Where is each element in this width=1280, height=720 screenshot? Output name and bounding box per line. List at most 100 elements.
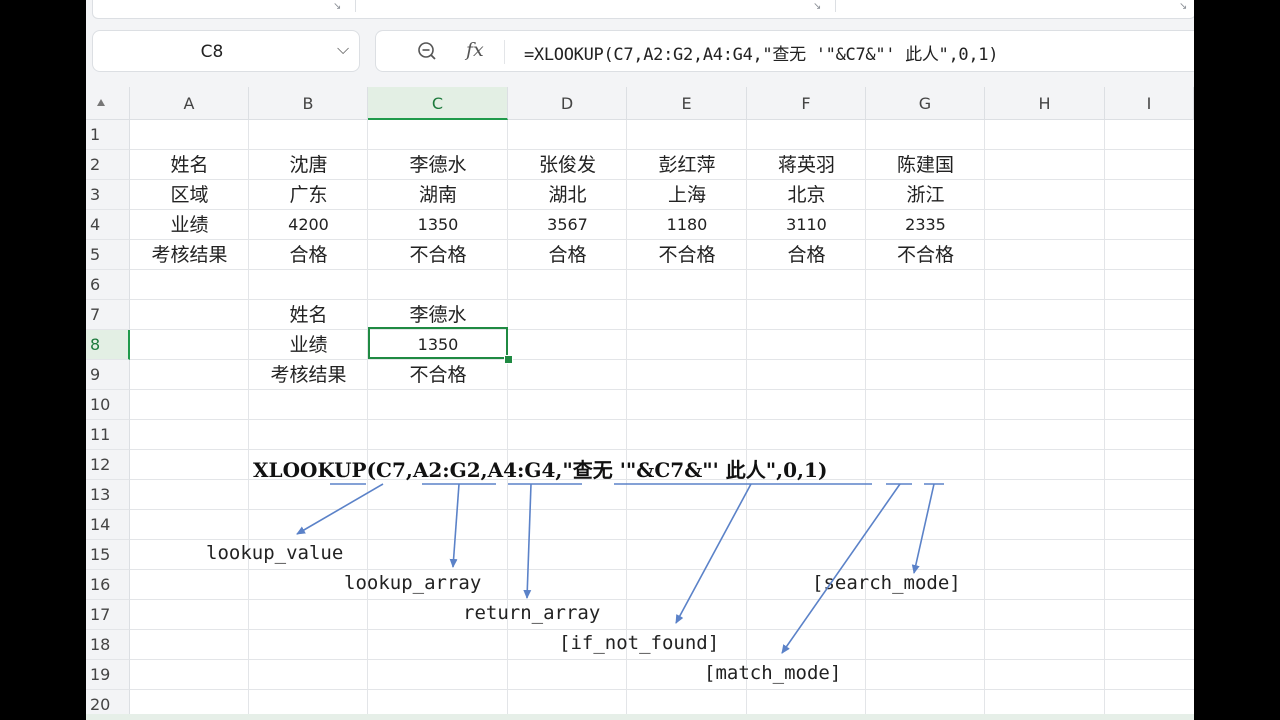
cell-g3[interactable]: 浙江	[866, 180, 985, 210]
arrow-search-mode	[911, 483, 935, 574]
group-separator	[355, 0, 356, 12]
cell-g4[interactable]: 2335	[866, 210, 985, 240]
column-header-f[interactable]: F	[747, 87, 866, 120]
label-lookup-array: lookup_array	[344, 572, 482, 594]
cell-a2[interactable]: 姓名	[130, 150, 249, 180]
cell-b5[interactable]: 合格	[249, 240, 368, 270]
row-header-8[interactable]: 8	[86, 330, 130, 360]
row-header-12[interactable]: 12	[86, 450, 130, 480]
cell-b3[interactable]: 广东	[249, 180, 368, 210]
column-header-b[interactable]: B	[249, 87, 368, 120]
arrow-if-not-found	[675, 483, 752, 624]
insert-function-icon[interactable]: fx	[466, 39, 484, 61]
worksheet-grid[interactable]: ABCDEFGHI 1 2 3 4 5 6 7 8 9 10 11 12 13 14 15 16 17 18 19 2…	[86, 87, 1194, 720]
row-header-13[interactable]: 13	[86, 480, 130, 510]
label-search-mode: [search_mode]	[812, 572, 961, 594]
row-header-2[interactable]: 2	[86, 150, 130, 180]
row-header-19[interactable]: 19	[86, 660, 130, 690]
cell-g5[interactable]: 不合格	[866, 240, 985, 270]
label-match-mode: [match_mode]	[704, 662, 842, 684]
cell-b9[interactable]: 考核结果	[249, 360, 368, 390]
cell-c3[interactable]: 湖南	[368, 180, 508, 210]
label-lookup-value: lookup_value	[206, 542, 344, 564]
row-header-7[interactable]: 7	[86, 300, 130, 330]
cell-d2[interactable]: 张俊发	[508, 150, 627, 180]
row-header-10[interactable]: 10	[86, 390, 130, 420]
row-header-6[interactable]: 6	[86, 270, 130, 300]
arrow-return-array	[523, 483, 532, 599]
cell-f2[interactable]: 蒋英羽	[747, 150, 866, 180]
cell-c7[interactable]: 李德水	[368, 300, 508, 330]
row-gridline	[130, 449, 1194, 450]
cell-e5[interactable]: 不合格	[627, 240, 747, 270]
cell-b8[interactable]: 业绩	[249, 330, 368, 360]
cell-d5[interactable]: 合格	[508, 240, 627, 270]
row-header-3[interactable]: 3	[86, 180, 130, 210]
column-gridline	[1104, 120, 1105, 720]
row-header-18[interactable]: 18	[86, 630, 130, 660]
arrow-lookup-array	[449, 483, 460, 568]
dialog-launcher-icon[interactable]: ↘	[813, 1, 821, 12]
row-header-1[interactable]: 1	[86, 120, 130, 150]
cell-a3[interactable]: 区域	[130, 180, 249, 210]
column-header-h[interactable]: H	[985, 87, 1105, 120]
cell-c5[interactable]: 不合格	[368, 240, 508, 270]
group-separator	[835, 0, 836, 12]
cell-f5[interactable]: 合格	[747, 240, 866, 270]
cell-e4[interactable]: 1180	[627, 210, 747, 240]
select-all-icon	[97, 99, 105, 106]
row-gridline	[130, 569, 1194, 570]
spreadsheet-app: ↘ ↘ ↘ C8 ⌵ fx =XLOOKUP(C7,A2:G2,A4:G4,"查…	[86, 0, 1194, 720]
cell-c9[interactable]: 不合格	[368, 360, 508, 390]
cell-f3[interactable]: 北京	[747, 180, 866, 210]
row-header-16[interactable]: 16	[86, 570, 130, 600]
active-cell-selection[interactable]	[368, 327, 508, 359]
cell-c2[interactable]: 李德水	[368, 150, 508, 180]
cell-e3[interactable]: 上海	[627, 180, 747, 210]
cell-b4[interactable]: 4200	[249, 210, 368, 240]
cell-b2[interactable]: 沈唐	[249, 150, 368, 180]
cell-a4[interactable]: 业绩	[130, 210, 249, 240]
formula-input[interactable]: =XLOOKUP(C7,A2:G2,A4:G4,"查无 '"&C7&"' 此人"…	[524, 40, 998, 65]
cell-c4[interactable]: 1350	[368, 210, 508, 240]
cell-g2[interactable]: 陈建国	[866, 150, 985, 180]
cell-b7[interactable]: 姓名	[249, 300, 368, 330]
row-gridline	[130, 509, 1194, 510]
formula-bar-separator	[504, 40, 505, 64]
row-header-11[interactable]: 11	[86, 420, 130, 450]
column-header-a[interactable]: A	[130, 87, 249, 120]
cell-d4[interactable]: 3567	[508, 210, 627, 240]
row-gridline	[130, 629, 1194, 630]
chevron-down-icon[interactable]: ⌵	[337, 39, 349, 59]
row-header-9[interactable]: 9	[86, 360, 130, 390]
row-header-14[interactable]: 14	[86, 510, 130, 540]
column-header-e[interactable]: E	[627, 87, 747, 120]
row-header-15[interactable]: 15	[86, 540, 130, 570]
row-header-4[interactable]: 4	[86, 210, 130, 240]
column-header-d[interactable]: D	[508, 87, 627, 120]
name-box[interactable]: C8 ⌵	[92, 30, 360, 72]
formula-bar[interactable]: fx =XLOOKUP(C7,A2:G2,A4:G4,"查无 '"&C7&"' …	[375, 30, 1194, 72]
column-header-i[interactable]: I	[1105, 87, 1194, 120]
cell-d3[interactable]: 湖北	[508, 180, 627, 210]
dialog-launcher-icon[interactable]: ↘	[333, 1, 341, 12]
dialog-launcher-icon[interactable]: ↘	[1179, 1, 1187, 12]
ribbon-bottom-edge: ↘ ↘ ↘	[92, 0, 1194, 19]
row-gridline	[130, 599, 1194, 600]
row-gridline	[130, 659, 1194, 660]
annotation-formula: XLOOKUP(C7,A2:G2,A4:G4,"查无 '"&C7&"' 此人",…	[253, 458, 828, 482]
cell-a5[interactable]: 考核结果	[130, 240, 249, 270]
fill-handle[interactable]	[504, 355, 513, 364]
row-header-5[interactable]: 5	[86, 240, 130, 270]
name-box-value[interactable]: C8	[93, 42, 331, 62]
column-header-g[interactable]: G	[866, 87, 985, 120]
label-return-array: return_array	[463, 602, 601, 624]
zoom-icon[interactable]	[417, 41, 437, 61]
cell-f4[interactable]: 3110	[747, 210, 866, 240]
sheet-tabs-edge	[86, 714, 1194, 720]
column-header-c[interactable]: C	[368, 87, 508, 120]
select-all-corner[interactable]	[86, 87, 130, 120]
row-header-17[interactable]: 17	[86, 600, 130, 630]
row-gridline	[130, 689, 1194, 690]
cell-e2[interactable]: 彭红萍	[627, 150, 747, 180]
